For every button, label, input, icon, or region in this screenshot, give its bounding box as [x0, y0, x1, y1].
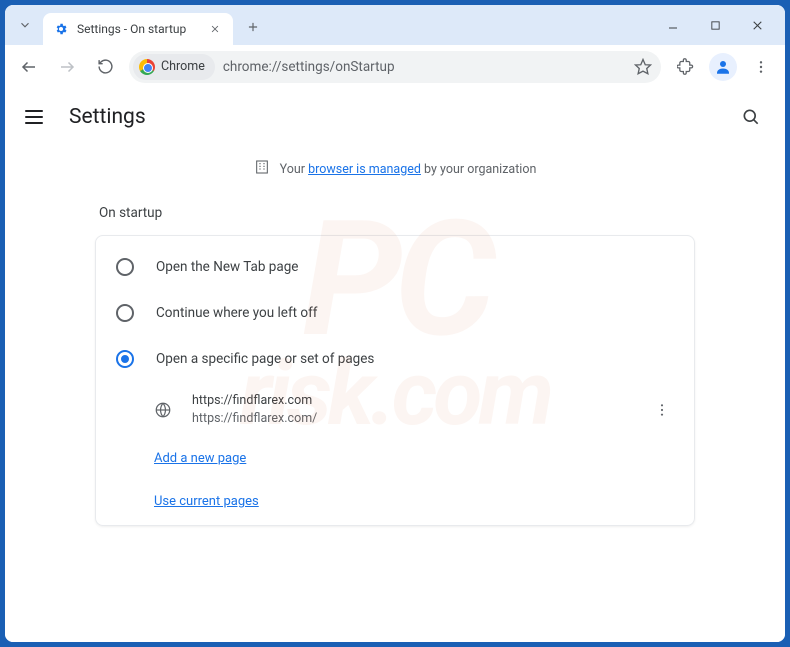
add-page-row: Add a new page: [96, 437, 694, 480]
toolbar: Chrome chrome://settings/onStartup: [5, 45, 785, 89]
forward-button[interactable]: [53, 53, 81, 81]
close-window-button[interactable]: [745, 13, 769, 37]
address-bar[interactable]: Chrome chrome://settings/onStartup: [129, 51, 661, 83]
reload-button[interactable]: [91, 53, 119, 81]
radio-icon: [116, 350, 134, 368]
radio-label: Open the New Tab page: [156, 259, 298, 275]
page-entry-texts: https://findflarex.com https://findflare…: [192, 392, 317, 427]
radio-option-new-tab[interactable]: Open the New Tab page: [96, 244, 694, 290]
site-chip-label: Chrome: [161, 59, 205, 74]
minimize-button[interactable]: [661, 13, 685, 37]
browser-window: Settings - On startup: [5, 5, 785, 642]
managed-banner: Your browser is managed by your organiza…: [5, 145, 785, 193]
radio-label: Open a specific page or set of pages: [156, 351, 374, 367]
add-page-link[interactable]: Add a new page: [154, 451, 246, 466]
use-current-row: Use current pages: [96, 480, 694, 523]
section-wrap: On startup Open the New Tab page Continu…: [55, 193, 735, 526]
globe-icon: [154, 401, 172, 419]
page-title: Settings: [69, 105, 146, 129]
content-area: PC risk.com Settings Your browser is man…: [5, 89, 785, 642]
chrome-logo-icon: [139, 59, 155, 75]
use-current-link[interactable]: Use current pages: [154, 494, 259, 509]
building-icon: [254, 159, 270, 179]
site-info-chip[interactable]: Chrome: [133, 54, 215, 80]
managed-text: Your browser is managed by your organiza…: [280, 162, 537, 177]
search-icon[interactable]: [737, 103, 765, 131]
hamburger-menu-icon[interactable]: [25, 105, 49, 129]
radio-option-specific-pages[interactable]: Open a specific page or set of pages: [96, 336, 694, 382]
radio-option-continue[interactable]: Continue where you left off: [96, 290, 694, 336]
entry-more-icon[interactable]: [650, 398, 674, 422]
page-entry-title: https://findflarex.com: [192, 392, 317, 410]
close-tab-icon[interactable]: [207, 21, 223, 37]
settings-header: Settings: [5, 89, 785, 145]
managed-link[interactable]: browser is managed: [308, 162, 421, 177]
tab-strip: Settings - On startup: [5, 5, 785, 45]
url-text: chrome://settings/onStartup: [223, 59, 395, 75]
maximize-button[interactable]: [703, 13, 727, 37]
bookmark-star-icon[interactable]: [629, 53, 657, 81]
settings-gear-icon: [53, 21, 69, 37]
radio-icon: [116, 304, 134, 322]
startup-card: Open the New Tab page Continue where you…: [95, 235, 695, 526]
extensions-icon[interactable]: [671, 53, 699, 81]
profile-avatar[interactable]: [709, 53, 737, 81]
menu-kebab-icon[interactable]: [747, 53, 775, 81]
tab-title: Settings - On startup: [77, 22, 199, 36]
window-controls: [661, 13, 781, 37]
browser-tab[interactable]: Settings - On startup: [43, 13, 233, 45]
new-tab-button[interactable]: [239, 13, 267, 41]
radio-label: Continue where you left off: [156, 305, 318, 321]
page-entry-url: https://findflarex.com/: [192, 410, 317, 428]
section-label: On startup: [95, 193, 695, 235]
radio-icon: [116, 258, 134, 276]
back-button[interactable]: [15, 53, 43, 81]
tab-search-button[interactable]: [13, 13, 37, 37]
startup-page-entry: https://findflarex.com https://findflare…: [96, 382, 694, 437]
